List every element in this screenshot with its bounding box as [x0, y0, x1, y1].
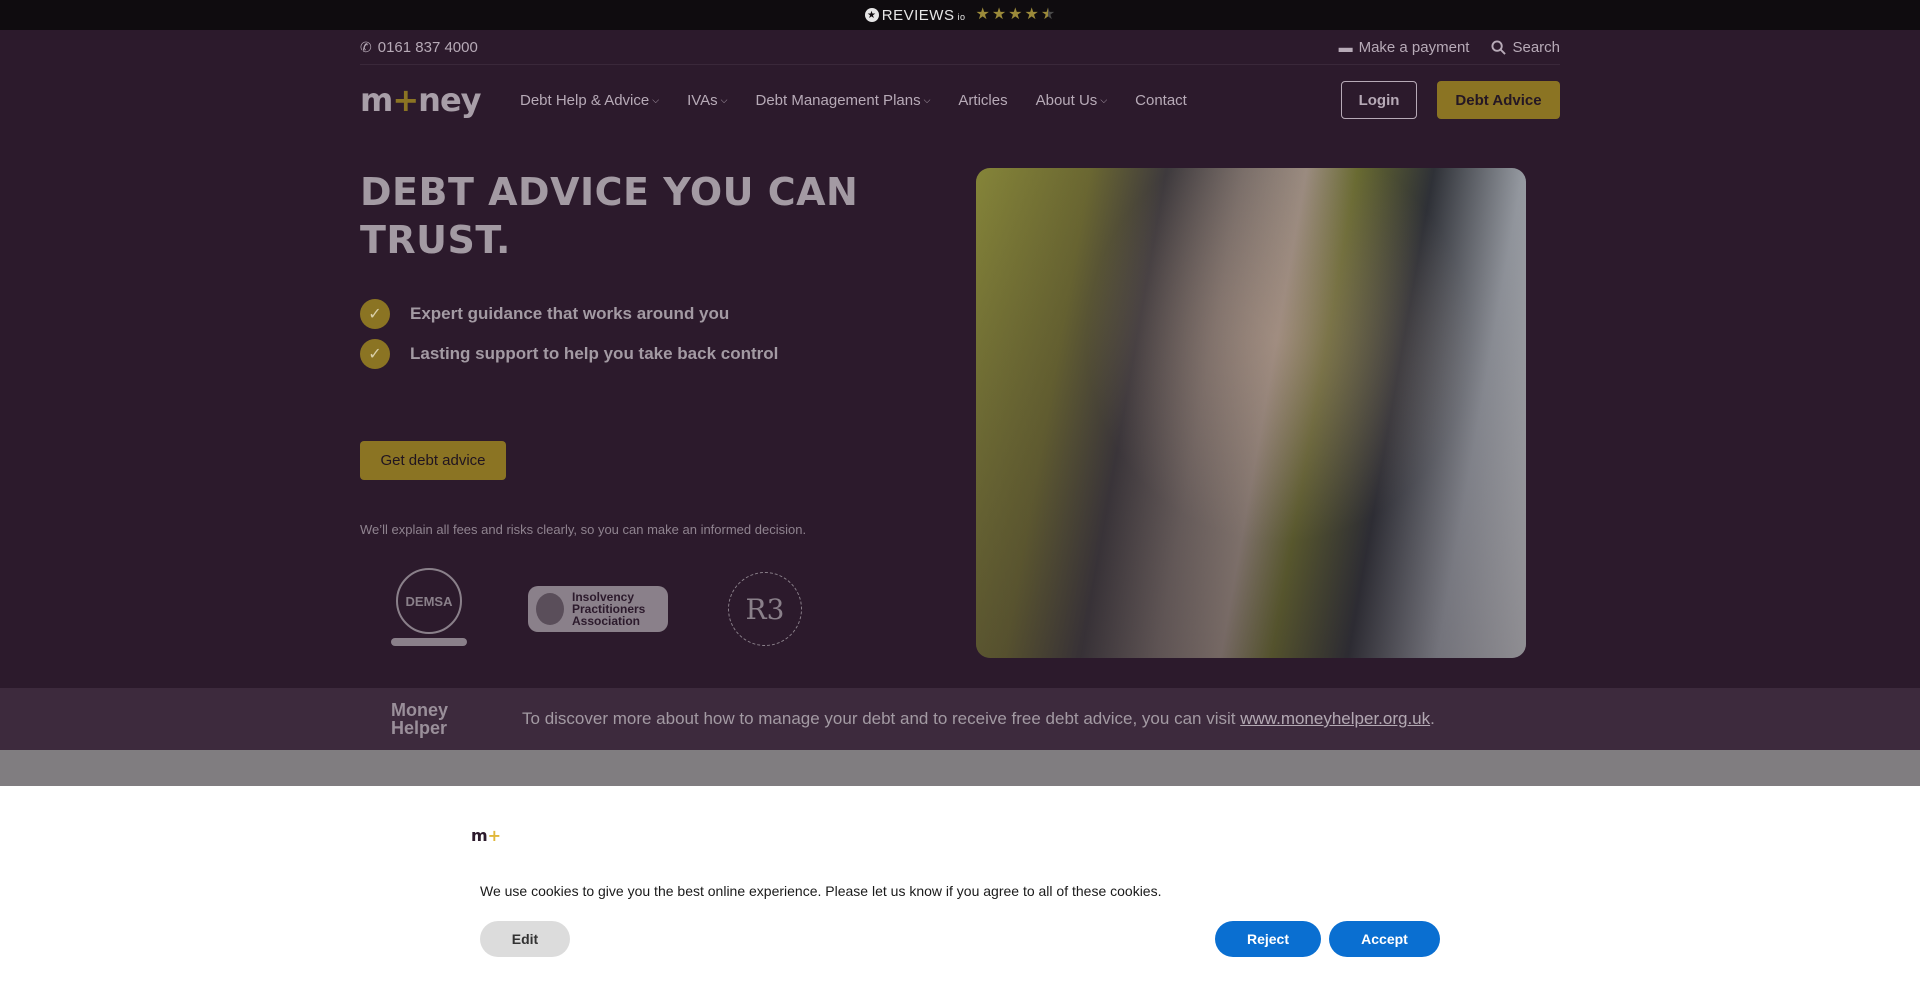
rating-stars: ★ ★ ★ ★ ★ [975, 7, 1055, 23]
cookie-message: We use cookies to give you the best onli… [480, 883, 1162, 899]
cookie-logo-plus: + [487, 826, 502, 845]
moneyhelper-banner: Money Helper To discover more about how … [0, 688, 1920, 750]
star-icon: ★ [991, 6, 1007, 23]
star-icon: ★ [1024, 6, 1039, 23]
nav-item-debt-help[interactable]: Debt Help & Advice ⌵ [520, 92, 659, 109]
ipa-text: Insolvency Practitioners Association [572, 591, 645, 627]
overlay-band [0, 750, 1920, 786]
accreditation-badges: DEMSA Insolvency Practitioners Associati… [390, 568, 802, 650]
reviews-logo[interactable]: ★ REVIEWS io [864, 6, 966, 24]
search-link[interactable]: Search [1491, 39, 1560, 56]
star-icon: ★ [1008, 6, 1023, 23]
demsa-seal: DEMSA [396, 568, 462, 634]
nav-menu: Debt Help & Advice ⌵ IVAs ⌵ Debt Managemen… [520, 92, 1187, 109]
nav-item-contact[interactable]: Contact [1135, 92, 1187, 109]
reviews-bar: ★ REVIEWS io ★ ★ ★ ★ ★ [0, 0, 1920, 30]
ipa-line: Association [572, 614, 641, 628]
main-nav: m+ney Debt Help & Advice ⌵ IVAs ⌵ Debt Man… [0, 65, 1920, 135]
ipa-crest-icon [536, 593, 564, 625]
chevron-down-icon: ⌵ [1100, 94, 1108, 105]
helper-logo-line: Helper [391, 718, 448, 738]
demsa-ribbon [391, 638, 467, 646]
nav-item-label: Articles [958, 91, 1008, 109]
nav-item-dmp[interactable]: Debt Management Plans ⌵ [755, 92, 930, 109]
bullet-text: Lasting support to help you take back co… [410, 344, 779, 363]
photo-overlay [976, 168, 1526, 658]
star-icon: ★ [975, 6, 990, 23]
nav-item-articles[interactable]: Articles [958, 92, 1007, 109]
demsa-badge: DEMSA [390, 568, 468, 650]
phone-link[interactable]: ✆ 0161 837 4000 [360, 39, 478, 56]
hero-photo [976, 168, 1526, 658]
hero-title: DEBT ADVICE YOU CAN TRUST. [360, 170, 859, 262]
money-logo[interactable]: m+ney [360, 81, 488, 119]
reviews-logo-suffix: io [957, 12, 966, 22]
make-payment-link[interactable]: ▬ Make a payment [1339, 39, 1470, 56]
nav-item-label: Debt Help & Advice [520, 91, 650, 109]
make-payment-label: Make a payment [1358, 38, 1470, 56]
get-debt-advice-button[interactable]: Get debt advice [360, 441, 506, 480]
reviews-logo-text: REVIEWS [881, 6, 955, 24]
check-icon: ✓ [360, 299, 390, 329]
debt-advice-button[interactable]: Debt Advice [1437, 81, 1560, 119]
ipa-badge: Insolvency Practitioners Association [528, 586, 668, 632]
check-icon: ✓ [360, 339, 390, 369]
credit-card-icon: ▬ [1338, 39, 1353, 55]
fees-disclaimer: We’ll explain all fees and risks clearly… [360, 522, 807, 537]
nav-item-ivas[interactable]: IVAs ⌵ [687, 92, 727, 109]
cookie-edit-button[interactable]: Edit [480, 921, 570, 957]
moneyhelper-link[interactable]: www.moneyhelper.org.uk [1240, 709, 1430, 728]
helper-text-body: To discover more about how to manage you… [522, 709, 1241, 728]
cookie-reject-button[interactable]: Reject [1215, 921, 1321, 957]
utility-bar: ✆ 0161 837 4000 ▬ Make a payment Search [0, 30, 1920, 65]
nav-item-label: Debt Management Plans [755, 91, 921, 109]
login-button[interactable]: Login [1341, 81, 1417, 119]
bullet-text: Expert guidance that works around you [410, 304, 730, 323]
chevron-down-icon: ⌵ [720, 94, 728, 105]
logo-m: m [360, 81, 393, 119]
moneyhelper-text: To discover more about how to manage you… [522, 709, 1435, 729]
nav-item-label: Contact [1135, 91, 1187, 109]
search-label: Search [1512, 38, 1560, 56]
phone-number: 0161 837 4000 [377, 38, 478, 56]
moneyhelper-logo: Money Helper [391, 701, 448, 737]
nav-item-label: IVAs [687, 91, 718, 109]
cookie-logo: m+ [471, 826, 501, 845]
nav-item-about[interactable]: About Us ⌵ [1036, 92, 1108, 109]
logo-plus: + [392, 81, 419, 119]
cookie-accept-button[interactable]: Accept [1329, 921, 1440, 957]
search-icon [1491, 39, 1507, 55]
r3-badge: R3 [728, 572, 802, 646]
logo-ney: ney [418, 81, 481, 119]
helper-logo-line: Money [391, 700, 449, 720]
chevron-down-icon: ⌵ [652, 94, 660, 105]
nav-item-label: About Us [1035, 91, 1098, 109]
helper-text-end: . [1430, 709, 1435, 728]
hero-section: DEBT ADVICE YOU CAN TRUST. ✓ Expert guid… [360, 168, 1560, 668]
half-star-icon: ★ [1040, 6, 1056, 23]
cookie-banner: m+ We use cookies to give you the best o… [0, 786, 1920, 993]
chevron-down-icon: ⌵ [923, 94, 931, 105]
cookie-logo-m: m [471, 826, 488, 845]
phone-icon: ✆ [360, 38, 372, 55]
reviews-star-icon: ★ [864, 8, 879, 22]
